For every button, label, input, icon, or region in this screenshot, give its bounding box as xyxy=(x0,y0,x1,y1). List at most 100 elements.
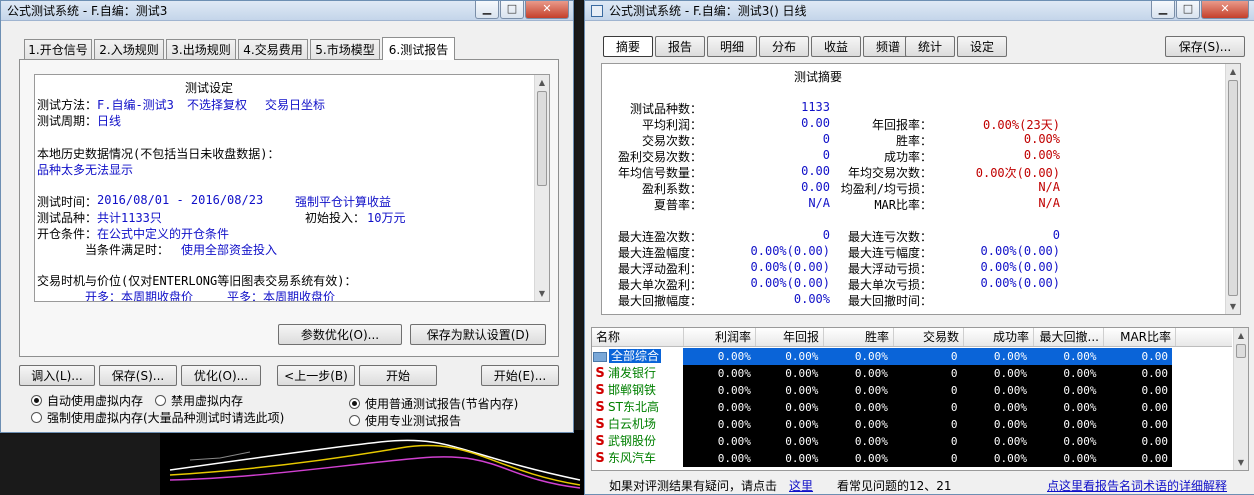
start-e-button[interactable]: 开始(E)... xyxy=(481,365,559,386)
summary-right-value: 0.00次(0.00) xyxy=(975,166,1060,180)
summary-scroll-down-icon[interactable]: ▼ xyxy=(1226,299,1240,314)
param-opt-button[interactable]: 参数优化(O)... xyxy=(278,324,402,345)
table-cell: 0 xyxy=(950,452,958,465)
table-row[interactable]: S ST东北高 0.00% 0.00% 0.00% 0 0.00% 0.00% 0.00 xyxy=(592,399,1172,416)
optimize-button[interactable]: 优化(O)... xyxy=(181,365,261,386)
table-row[interactable]: 全部综合 0.00% 0.00% 0.00% 0 0.00% 0.00% 0.00 xyxy=(592,348,1173,365)
right-window: 公式测试系统 - F.自编：测试3() 日线 ▁ □ ✕ 摘要 报告 明细 分布… xyxy=(584,0,1254,495)
report-scrollbar[interactable]: ▲ ▼ xyxy=(534,75,549,301)
summary-right-value: 0.00% xyxy=(1023,132,1060,146)
streak-left-label: 最大连盈次数： xyxy=(617,230,702,244)
radio-normal-report[interactable]: 使用普通测试报告(节省内存) xyxy=(349,395,518,412)
grid-header-cell[interactable]: 胜率 xyxy=(824,328,894,346)
row-name: S 武钢股份 xyxy=(592,433,684,450)
open-long: 开多：本周期收盘价 xyxy=(85,290,194,302)
footer-question: 如果对评测结果有疑问，请点击 xyxy=(609,479,778,493)
start-button[interactable]: 开始 xyxy=(359,365,437,386)
stock-s-icon: S xyxy=(595,366,605,381)
footer-here-link[interactable]: 这里 xyxy=(789,477,813,494)
radio-auto-vmem[interactable]: 自动使用虚拟内存 xyxy=(31,392,143,409)
right-close-icon[interactable]: ✕ xyxy=(1201,1,1249,19)
save-button[interactable]: 保存(S)... xyxy=(99,365,177,386)
row-name: S 浦发银行 xyxy=(592,365,684,382)
radio-normal-report-dot[interactable] xyxy=(349,398,360,409)
close-icon[interactable]: ✕ xyxy=(525,1,569,19)
summary-left-label: 盈利交易次数： xyxy=(617,150,702,164)
table-row[interactable]: S 东风汽车 0.00% 0.00% 0.00% 0 0.00% 0.00% 0.00 xyxy=(592,450,1172,467)
radio-force-vmem[interactable]: 强制使用虚拟内存(大量品种测试时请选此项) xyxy=(31,409,284,426)
scroll-thumb[interactable] xyxy=(537,91,547,186)
table-row[interactable]: S 武钢股份 0.00% 0.00% 0.00% 0 0.00% 0.00% 0.00 xyxy=(592,433,1172,450)
streak-left-value: 0 xyxy=(822,228,830,242)
tab-exit-rules[interactable]: 3.出场规则 xyxy=(166,39,236,59)
table-cell: 0.00% xyxy=(993,384,1027,397)
table-row[interactable]: S 邯郸钢铁 0.00% 0.00% 0.00% 0 0.00% 0.00% 0.00 xyxy=(592,382,1172,399)
report-textbox[interactable]: 测试设定 测试方法： F.自编-测试3 不选择复权 交易日坐标 测试周期： 日线… xyxy=(34,74,550,302)
tab-summary[interactable]: 摘要 xyxy=(603,36,653,57)
grid-header-cell[interactable]: 成功率 xyxy=(964,328,1034,346)
table-row[interactable]: S 白云机场 0.00% 0.00% 0.00% 0 0.00% 0.00% 0.00 xyxy=(592,416,1172,433)
save-default-button[interactable]: 保存为默认设置(D) xyxy=(410,324,546,345)
table-cell: 0.00 xyxy=(1100,348,1173,365)
table-cell: 0.00% xyxy=(822,348,892,365)
tab-open-signal[interactable]: 1.开仓信号 xyxy=(24,39,92,59)
radio-force-vmem-dot[interactable] xyxy=(31,412,42,423)
load-button[interactable]: 调入(L)... xyxy=(19,365,95,386)
radio-no-vmem-dot[interactable] xyxy=(155,395,166,406)
grid-scrollbar[interactable]: ▲ ▼ xyxy=(1233,328,1248,470)
row-name: S 邯郸钢铁 xyxy=(592,382,684,399)
tab-settings[interactable]: 设定 xyxy=(957,36,1007,57)
summary-scroll-thumb[interactable] xyxy=(1228,80,1238,296)
grid-scroll-thumb[interactable] xyxy=(1236,344,1246,358)
stock-s-icon: S xyxy=(595,451,605,466)
right-minimize-icon[interactable]: ▁ xyxy=(1151,1,1175,19)
grid-scroll-down-icon[interactable]: ▼ xyxy=(1234,455,1248,470)
scroll-up-icon[interactable]: ▲ xyxy=(535,75,549,90)
grid-scroll-up-icon[interactable]: ▲ xyxy=(1234,328,1248,343)
radio-force-vmem-label: 强制使用虚拟内存(大量品种测试时请选此项) xyxy=(47,411,285,425)
grid-header-cell[interactable]: 最大回撤... xyxy=(1034,328,1104,346)
tab-report[interactable]: 报告 xyxy=(655,36,705,57)
prev-step-button[interactable]: <上一步(B) xyxy=(277,365,355,386)
grid-header-cell[interactable]: 年回报 xyxy=(756,328,824,346)
radio-pro-report[interactable]: 使用专业测试报告 xyxy=(349,412,461,429)
folder-icon xyxy=(593,351,607,362)
right-titlebar[interactable]: 公式测试系统 - F.自编：测试3() 日线 ▁ □ ✕ xyxy=(585,1,1254,21)
summary-scrollbar[interactable]: ▲ ▼ xyxy=(1225,64,1240,314)
radio-auto-vmem-dot[interactable] xyxy=(31,395,42,406)
grid-header-cell[interactable]: 交易数 xyxy=(894,328,964,346)
summary-right-label: 胜率： xyxy=(895,134,932,148)
maximize-icon[interactable]: □ xyxy=(500,1,524,19)
streak-left-label: 最大单次盈利： xyxy=(617,278,702,292)
grid-header-cell[interactable]: MAR比率 xyxy=(1104,328,1176,346)
right-maximize-icon[interactable]: □ xyxy=(1176,1,1200,19)
table-cell: 0.00% xyxy=(854,452,888,465)
tab-trade-fees[interactable]: 4.交易费用 xyxy=(238,39,308,59)
tab-income[interactable]: 收益 xyxy=(811,36,861,57)
summary-scroll-up-icon[interactable]: ▲ xyxy=(1226,64,1240,79)
grid-header: 名称 利润率 年回报 胜率 交易数 成功率 最大回撤... MAR比率 xyxy=(592,328,1232,347)
grid-header-cell[interactable]: 利润率 xyxy=(684,328,756,346)
footer-terms-link[interactable]: 点这里看报告名词术语的详细解释 xyxy=(1047,477,1227,494)
streak-left-label: 最大浮动盈利： xyxy=(617,262,702,276)
scroll-down-icon[interactable]: ▼ xyxy=(535,286,549,301)
minimize-icon[interactable]: ▁ xyxy=(475,1,499,19)
tab-entry-rules[interactable]: 2.入场规则 xyxy=(94,39,164,59)
tab-test-report[interactable]: 6.测试报告 xyxy=(382,37,455,60)
grid-header-cell[interactable]: 名称 xyxy=(592,328,684,346)
time-label: 测试时间： xyxy=(37,195,98,209)
table-cell: 0.00% xyxy=(785,452,819,465)
right-save-button[interactable]: 保存(S)... xyxy=(1165,36,1245,57)
tab-distribution[interactable]: 分布 xyxy=(759,36,809,57)
streak-right-label: 最大连亏幅度： xyxy=(847,246,932,260)
tab-statistics[interactable]: 统计 xyxy=(905,36,955,57)
method-fq: 不选择复权 xyxy=(187,98,248,112)
table-row[interactable]: S 浦发银行 0.00% 0.00% 0.00% 0 0.00% 0.00% 0.00 xyxy=(592,365,1172,382)
radio-no-vmem[interactable]: 禁用虚拟内存 xyxy=(155,392,243,409)
tab-detail[interactable]: 明细 xyxy=(707,36,757,57)
radio-pro-report-dot[interactable] xyxy=(349,415,360,426)
table-cell: 0.00% xyxy=(785,435,819,448)
left-titlebar[interactable]: 公式测试系统 - F.自编：测试3 ▁ □ ✕ xyxy=(1,1,573,21)
tab-market-model[interactable]: 5.市场模型 xyxy=(310,39,380,59)
table-cell: 0.00 xyxy=(1141,384,1169,397)
